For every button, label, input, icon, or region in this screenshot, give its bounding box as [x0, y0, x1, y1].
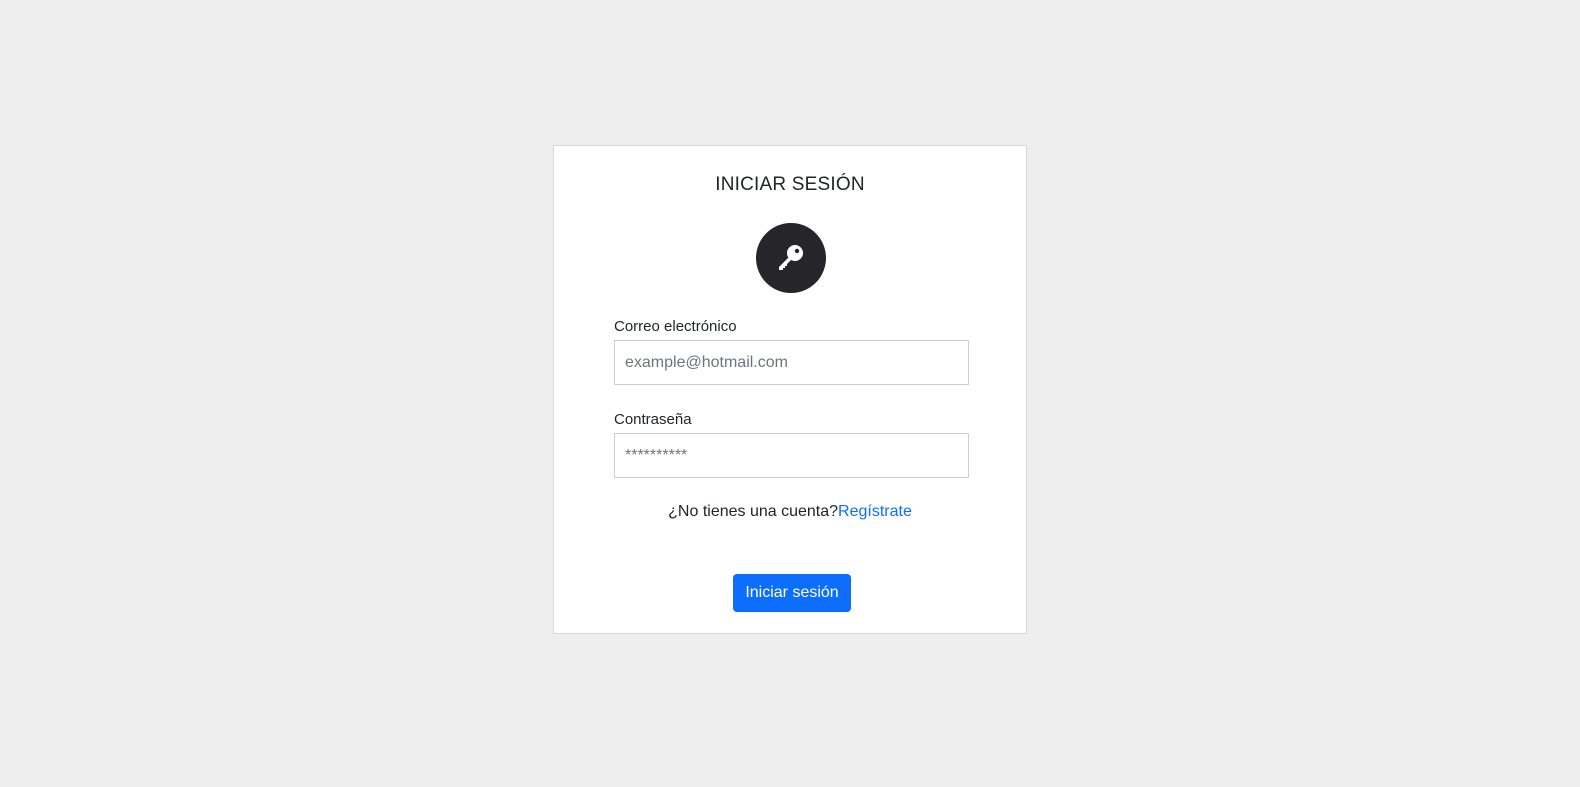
- register-prompt: ¿No tienes una cuenta?: [668, 503, 839, 520]
- email-label: Correo electrónico: [614, 318, 737, 335]
- register-link[interactable]: Regístrate: [838, 503, 912, 520]
- page-title: INICIAR SESIÓN: [715, 174, 865, 195]
- login-button[interactable]: Iniciar sesión: [733, 574, 851, 612]
- login-card: INICIAR SESIÓN Correo electrónico Contra…: [553, 145, 1027, 634]
- password-label: Contraseña: [614, 411, 692, 428]
- key-icon: [774, 241, 808, 275]
- password-field[interactable]: [614, 433, 969, 478]
- register-line: ¿No tienes una cuenta?Regístrate: [554, 503, 1026, 521]
- avatar: [756, 223, 826, 293]
- email-field[interactable]: [614, 340, 969, 385]
